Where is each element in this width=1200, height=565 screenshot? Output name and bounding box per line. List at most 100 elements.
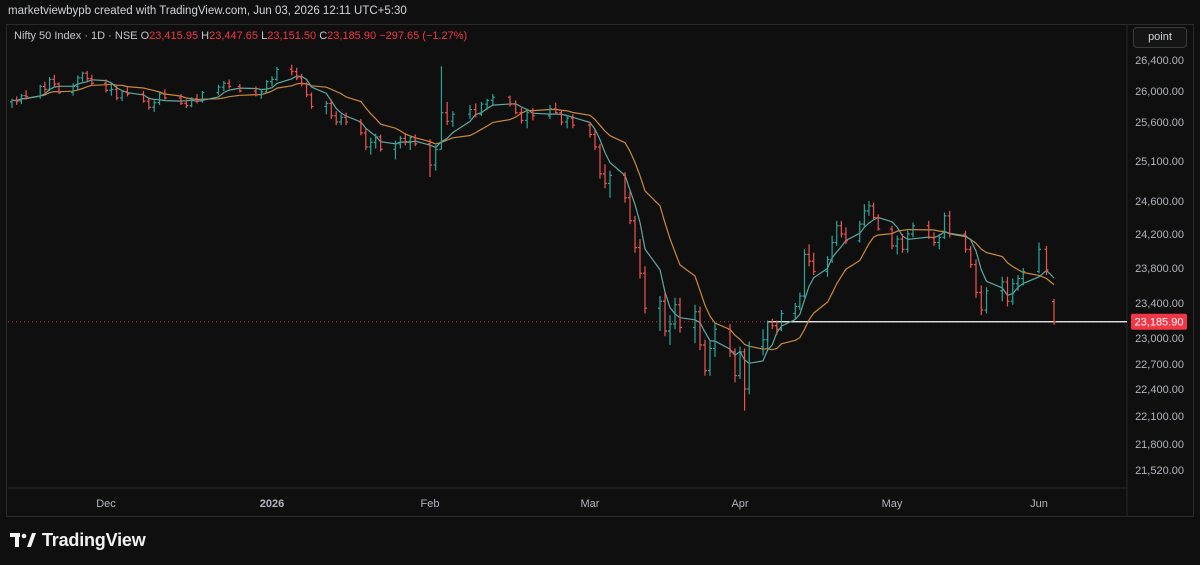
ohlc-bar bbox=[643, 266, 647, 314]
ohlc-bar bbox=[678, 297, 682, 333]
ohlc-bar bbox=[862, 204, 867, 228]
ohlc-bar bbox=[876, 214, 881, 231]
y-tick-label: 25,100.00 bbox=[1135, 156, 1184, 168]
ohlc-bar bbox=[738, 346, 742, 379]
ohlc-bar bbox=[52, 74, 57, 87]
ohlc-bar bbox=[548, 104, 552, 119]
y-tick-label: 26,400.00 bbox=[1135, 55, 1184, 67]
ohlc-bar bbox=[508, 95, 512, 107]
x-tick-label: Jun bbox=[1030, 498, 1048, 510]
ohlc-bar bbox=[979, 285, 984, 316]
y-tick-label: 22,400.00 bbox=[1135, 384, 1184, 396]
scale-mode-button[interactable]: point bbox=[1133, 27, 1187, 48]
high-value: 23,447.65 bbox=[209, 30, 259, 42]
ohlc-bar bbox=[14, 96, 19, 105]
ohlc-bar bbox=[770, 318, 775, 330]
ohlc-bar bbox=[633, 215, 637, 253]
ohlc-bar bbox=[968, 245, 973, 268]
ohlc-bar bbox=[1037, 242, 1041, 274]
ohlc-bar bbox=[152, 100, 157, 112]
close-value: 23,185.90 bbox=[327, 30, 377, 42]
last-price-badge-label: 23,185.90 bbox=[1135, 317, 1184, 329]
ohlc-bar bbox=[120, 90, 125, 102]
ohlc-bar bbox=[141, 91, 146, 103]
ohlc-bar bbox=[797, 292, 802, 310]
ohlc-bar bbox=[963, 230, 968, 253]
ohlc-bar bbox=[513, 100, 518, 115]
ohlc-bar bbox=[373, 133, 378, 149]
ohlc-bar bbox=[708, 341, 712, 376]
ohlc-bar bbox=[479, 101, 484, 116]
ohlc-bar bbox=[195, 94, 200, 104]
ohlc-bar bbox=[895, 235, 900, 255]
y-tick-label: 23,800.00 bbox=[1135, 263, 1184, 275]
ohlc-bar bbox=[157, 92, 162, 105]
ohlc-bar bbox=[450, 111, 455, 127]
ohlc-bar bbox=[638, 239, 642, 279]
ohlc-bar bbox=[38, 84, 43, 99]
ohlc-bar bbox=[871, 202, 876, 220]
ohlc-bar bbox=[703, 339, 707, 376]
open-label: O bbox=[140, 30, 150, 42]
y-tick-label: 23,400.00 bbox=[1135, 298, 1184, 310]
ohlc-bar bbox=[747, 341, 752, 395]
ohlc-bar bbox=[274, 66, 279, 81]
ohlc-bar bbox=[839, 220, 844, 238]
ohlc-bar bbox=[445, 101, 450, 126]
y-tick-label: 24,600.00 bbox=[1135, 196, 1184, 208]
ohlc-bar bbox=[713, 322, 717, 358]
ohlc-bar bbox=[519, 108, 524, 124]
ohlc-bar bbox=[80, 71, 85, 82]
ohlc-bar bbox=[608, 170, 612, 198]
ohlc-bar bbox=[525, 109, 530, 129]
ohlc-bar bbox=[227, 79, 232, 89]
ohlc-bar bbox=[468, 104, 472, 119]
ohlc-bar bbox=[439, 66, 444, 150]
ohlc-bar bbox=[289, 64, 294, 76]
ohlc-legend: Nifty 50 Index · 1D · NSE O23,415.95 H23… bbox=[14, 30, 467, 42]
ohlc-bar bbox=[668, 315, 672, 345]
change-value: −297.65 (−1.27%) bbox=[379, 30, 468, 42]
y-tick-label: 24,200.00 bbox=[1135, 229, 1184, 241]
price-chart[interactable]: 26,400.00 26,000.00 25,600.00 25,100.00 24,6… bbox=[0, 0, 1200, 565]
ohlc-bar bbox=[339, 114, 344, 126]
ohlc-bar bbox=[658, 296, 662, 331]
ohlc-bar bbox=[565, 115, 570, 129]
x-tick-label: Feb bbox=[421, 498, 440, 510]
ohlc-bar bbox=[698, 306, 702, 351]
ohlc-bar bbox=[490, 94, 495, 105]
ohlc-bar bbox=[264, 80, 269, 94]
x-tick-label: Apr bbox=[731, 498, 748, 510]
ohlc-bar bbox=[378, 134, 383, 152]
ohlc-bar bbox=[216, 84, 221, 95]
y-tick-label: 21,800.00 bbox=[1135, 439, 1184, 451]
y-tick-label: 25,600.00 bbox=[1135, 117, 1184, 129]
close-label: C bbox=[319, 30, 328, 42]
tradingview-brand[interactable]: TradingView bbox=[10, 529, 146, 551]
ohlc-bar bbox=[974, 259, 978, 298]
ohlc-bar bbox=[559, 109, 564, 126]
ohlc-bar bbox=[811, 252, 816, 275]
ohlc-bar bbox=[75, 75, 80, 90]
y-tick-label: 23,000.00 bbox=[1135, 333, 1184, 345]
ohlc-bar bbox=[774, 320, 779, 335]
tradingview-logo-icon bbox=[10, 533, 36, 547]
ohlc-bar bbox=[673, 297, 677, 330]
ohlc-bar bbox=[85, 70, 90, 81]
ohlc-bar bbox=[294, 67, 299, 81]
x-tick-label: Mar bbox=[581, 498, 600, 510]
ohlc-bar bbox=[42, 81, 47, 93]
ohlc-bar bbox=[270, 76, 274, 87]
ohlc-bar bbox=[368, 137, 373, 155]
ohlc-bar bbox=[363, 128, 368, 151]
ohlc-bar bbox=[1052, 298, 1056, 325]
ohlc-bar bbox=[433, 145, 438, 171]
ohlc-bar bbox=[1044, 245, 1049, 275]
ohlc-bar bbox=[890, 225, 894, 250]
x-tick-label: Dec bbox=[96, 498, 116, 510]
y-tick-label: 21,520.00 bbox=[1135, 465, 1184, 477]
x-tick-label: 2026 bbox=[260, 498, 284, 510]
open-value: 23,415.95 bbox=[149, 30, 199, 42]
ohlc-bar bbox=[984, 287, 989, 314]
ohlc-bar bbox=[932, 232, 936, 246]
